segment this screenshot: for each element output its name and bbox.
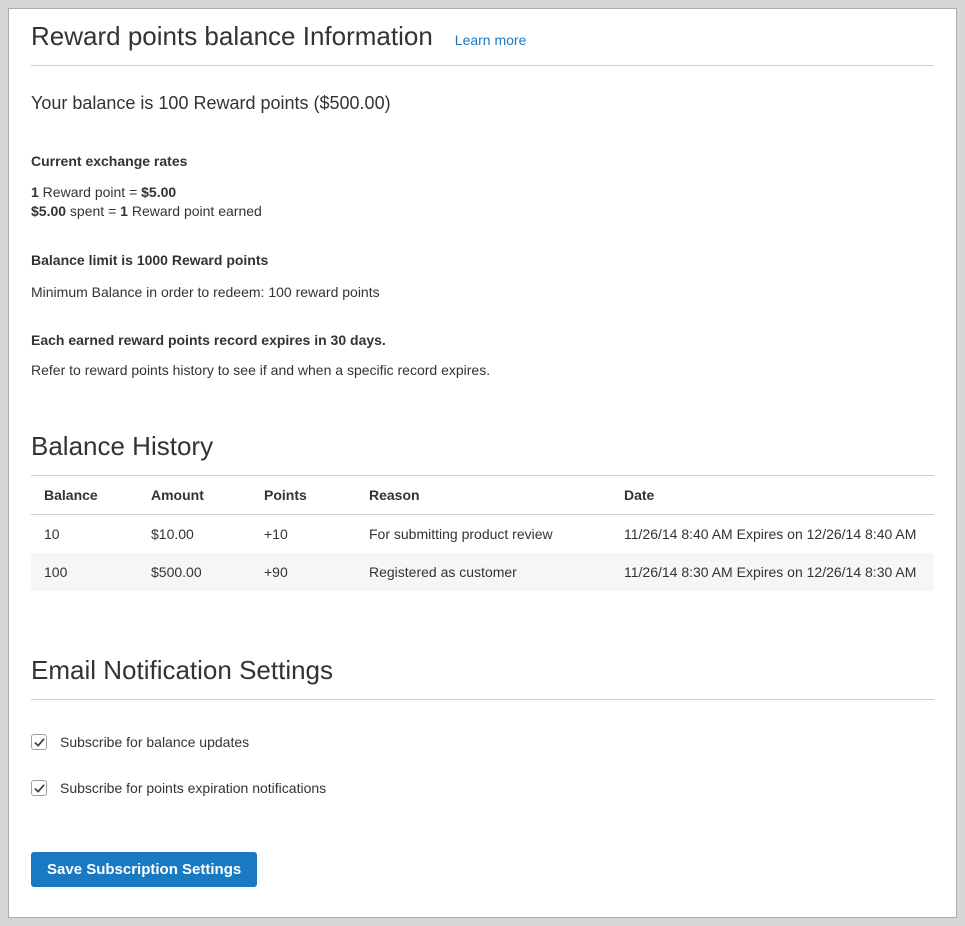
reward-points-card: Reward points balance Information Learn … [8, 8, 957, 918]
minimum-balance-text: Minimum Balance in order to redeem: 100 … [31, 284, 934, 300]
earn-suffix-text: Reward point earned [128, 203, 262, 219]
points-expiration-option[interactable]: Subscribe for points expiration notifica… [31, 780, 934, 796]
balance-history-title: Balance History [31, 431, 934, 462]
learn-more-link[interactable]: Learn more [455, 32, 527, 48]
cell-date: 11/26/14 8:40 AM Expires on 12/26/14 8:4… [611, 515, 934, 554]
cell-points: +10 [251, 515, 356, 554]
earn-points-value: 1 [120, 203, 128, 219]
header-divider [31, 65, 934, 66]
exchange-rates: 1 Reward point = $5.00 $5.00 spent = 1 R… [31, 183, 934, 221]
column-header-reason: Reason [356, 476, 611, 515]
cell-balance: 100 [31, 553, 138, 591]
table-header-row: Balance Amount Points Reason Date [31, 476, 934, 515]
table-row: 100 $500.00 +90 Registered as customer 1… [31, 553, 934, 591]
points-expiration-label: Subscribe for points expiration notifica… [60, 780, 326, 796]
expiry-note: Refer to reward points history to see if… [31, 362, 934, 378]
rate-currency-to-point: $5.00 spent = 1 Reward point earned [31, 202, 934, 221]
checkmark-icon [34, 737, 45, 748]
cell-amount: $500.00 [138, 553, 251, 591]
points-expiration-checkbox[interactable] [31, 780, 47, 796]
exchange-rates-heading: Current exchange rates [31, 153, 934, 169]
email-settings-divider [31, 699, 934, 700]
rate-points-value: 1 [31, 184, 39, 200]
rate-point-to-currency: 1 Reward point = $5.00 [31, 183, 934, 202]
table-row: 10 $10.00 +10 For submitting product rev… [31, 515, 934, 554]
cell-balance: 10 [31, 515, 138, 554]
column-header-amount: Amount [138, 476, 251, 515]
column-header-points: Points [251, 476, 356, 515]
expiry-heading: Each earned reward points record expires… [31, 332, 934, 348]
page-header: Reward points balance Information Learn … [31, 21, 934, 52]
rate-mid-text: Reward point = [39, 184, 141, 200]
rate-amount-value: $5.00 [141, 184, 176, 200]
balance-updates-checkbox[interactable] [31, 734, 47, 750]
checkmark-icon [34, 783, 45, 794]
email-settings-title: Email Notification Settings [31, 655, 934, 686]
balance-history-table: Balance Amount Points Reason Date 10 $10… [31, 475, 934, 591]
balance-updates-label: Subscribe for balance updates [60, 734, 249, 750]
balance-limit-heading: Balance limit is 1000 Reward points [31, 252, 934, 268]
cell-points: +90 [251, 553, 356, 591]
column-header-date: Date [611, 476, 934, 515]
balance-updates-option[interactable]: Subscribe for balance updates [31, 734, 934, 750]
spend-amount-value: $5.00 [31, 203, 66, 219]
cell-amount: $10.00 [138, 515, 251, 554]
spend-mid-text: spent = [66, 203, 120, 219]
cell-reason: Registered as customer [356, 553, 611, 591]
column-header-balance: Balance [31, 476, 138, 515]
page-title: Reward points balance Information [31, 21, 433, 52]
cell-date: 11/26/14 8:30 AM Expires on 12/26/14 8:3… [611, 553, 934, 591]
cell-reason: For submitting product review [356, 515, 611, 554]
balance-summary: Your balance is 100 Reward points ($500.… [31, 93, 934, 114]
